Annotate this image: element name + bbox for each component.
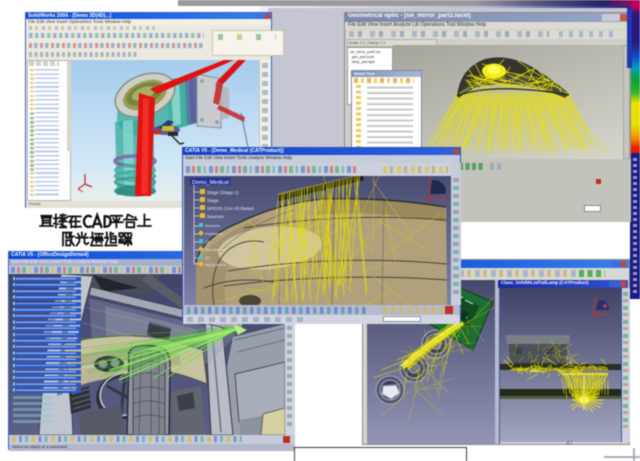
svg-text:Simulations: Simulations xyxy=(205,247,226,252)
svg-text:Stage (Stage 1): Stage (Stage 1) xyxy=(207,190,239,195)
svg-text:Sources: Sources xyxy=(207,214,224,219)
svg-text:Irradiance: Irradiance xyxy=(205,231,224,236)
svg-text:(2): (2) xyxy=(205,239,211,244)
svg-text:Stage: Stage xyxy=(207,198,219,203)
svg-text:Demo_Medical: Demo_Medical xyxy=(192,180,229,186)
svg-text:Applications: Applications xyxy=(205,262,227,267)
svg-text:Screens: Screens xyxy=(205,223,220,228)
svg-text:(1): (1) xyxy=(205,255,211,260)
svg-text:SPEOS CAA V5 Based: SPEOS CAA V5 Based xyxy=(207,206,254,211)
